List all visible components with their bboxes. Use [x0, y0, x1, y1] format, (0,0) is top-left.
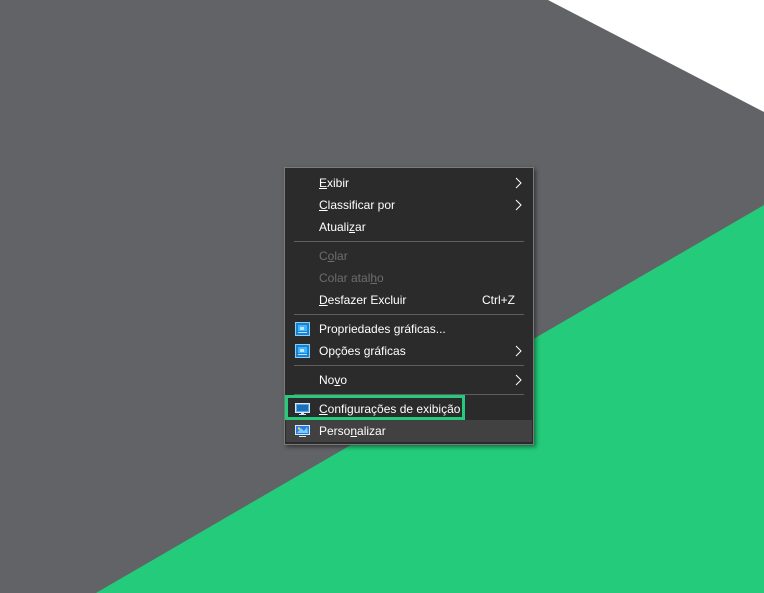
chevron-right-icon: [515, 345, 522, 357]
menu-item-opcoes-graficas[interactable]: Opções gráficas: [286, 340, 532, 362]
personalize-icon: [295, 425, 310, 437]
menu-item-colar[interactable]: Colar: [286, 245, 532, 267]
menu-item-exibir[interactable]: Exibir: [286, 172, 532, 194]
menu-separator: [294, 314, 524, 315]
menu-item-desfazer-excluir[interactable]: Desfazer Excluir Ctrl+Z: [286, 289, 532, 311]
menu-item-label: Personalizar: [319, 424, 386, 438]
menu-item-propriedades-graficas[interactable]: Propriedades gráficas...: [286, 318, 532, 340]
menu-item-colar-atalho[interactable]: Colar atalho: [286, 267, 532, 289]
menu-separator: [294, 365, 524, 366]
menu-item-classificar-por[interactable]: Classificar por: [286, 194, 532, 216]
menu-item-label: Propriedades gráficas...: [319, 322, 446, 336]
highlight-box: [285, 395, 465, 420]
menu-item-label: Opções gráficas: [319, 344, 406, 358]
intel-graphics-icon: [295, 322, 310, 336]
shortcut-label: Ctrl+Z: [482, 293, 515, 307]
chevron-right-icon: [515, 374, 522, 386]
menu-item-label: Atualizar: [319, 220, 366, 234]
menu-item-novo[interactable]: Novo: [286, 369, 532, 391]
menu-item-personalizar[interactable]: Personalizar: [286, 420, 532, 442]
menu-separator: [294, 241, 524, 242]
menu-item-label: Colar atalho: [319, 271, 384, 285]
chevron-right-icon: [515, 199, 522, 211]
menu-item-label: Classificar por: [319, 198, 396, 212]
menu-item-atualizar[interactable]: Atualizar: [286, 216, 532, 238]
menu-item-label: Colar: [319, 249, 348, 263]
menu-item-label: Exibir: [319, 176, 350, 190]
menu-item-label: Desfazer Excluir: [319, 293, 407, 307]
intel-graphics-icon: [295, 344, 310, 358]
chevron-right-icon: [515, 177, 522, 189]
menu-item-label: Novo: [319, 373, 348, 387]
